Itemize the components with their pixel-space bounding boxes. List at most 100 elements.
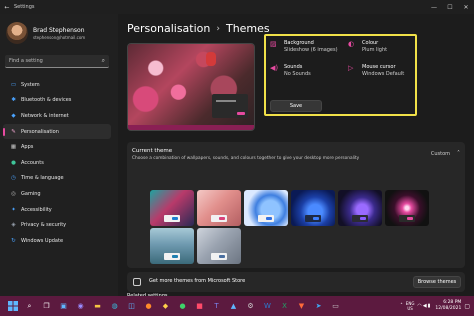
sidebar-item-accessibility[interactable]: ✦ Accessibility — [3, 202, 111, 218]
theme-tile-7[interactable] — [150, 228, 194, 264]
theme-tile-3[interactable] — [244, 190, 288, 226]
title-bar: ← Settings — ☐ ✕ — [0, 0, 474, 14]
telegram-icon[interactable]: ➤ — [312, 300, 325, 313]
theme-properties-panel: ▨ Background Slideshow (6 images) ◐ Colou… — [264, 34, 417, 116]
spotify-icon[interactable]: ● — [176, 300, 189, 313]
current-theme-value: Custom — [430, 151, 450, 157]
search-input[interactable] — [9, 58, 102, 64]
sidebar-item-bluetooth[interactable]: ✱ Bluetooth & devices — [3, 93, 111, 109]
app-icon[interactable]: ■ — [193, 300, 206, 313]
theme-tile-4[interactable] — [291, 190, 335, 226]
file-explorer-icon[interactable]: ▬ — [91, 300, 104, 313]
search-icon[interactable]: ⌕ — [23, 300, 36, 313]
window-controls: — ☐ ✕ — [426, 4, 474, 11]
avatar — [6, 22, 28, 44]
cursor-value: Windows Default — [362, 70, 405, 77]
breadcrumb-parent[interactable]: Personalisation — [127, 22, 210, 35]
settings-icon[interactable]: ⚙ — [244, 300, 257, 313]
current-theme-section: Current theme Choose a combination of wa… — [127, 142, 465, 268]
start-icon[interactable] — [6, 300, 19, 313]
window-title: Settings — [14, 4, 35, 10]
maximize-icon[interactable]: ☐ — [442, 4, 458, 11]
colour-setting[interactable]: ◐ Colour Plum light — [348, 40, 387, 53]
privacy-icon: ◈ — [11, 222, 16, 229]
sidebar-item-label: Accounts — [21, 159, 44, 166]
theme-tile-5[interactable] — [338, 190, 382, 226]
teams-icon[interactable]: T — [210, 300, 223, 313]
store-icon — [133, 278, 141, 286]
notification-icon[interactable]: ▢ — [464, 303, 470, 310]
main-content: Personalisation › Themes ▨ Background Sli… — [118, 14, 474, 299]
sidebar-item-label: Bluetooth & devices — [21, 97, 72, 104]
palette-icon: ◐ — [348, 40, 355, 48]
theme-tile-6[interactable] — [385, 190, 429, 226]
sidebar-item-time-language[interactable]: ◷ Time & language — [3, 171, 111, 187]
region-code: US — [407, 306, 413, 311]
edge-icon[interactable]: ◍ — [108, 300, 121, 313]
excel-icon[interactable]: X — [278, 300, 291, 313]
theme-tile-8[interactable] — [197, 228, 241, 264]
sidebar-nav: ▭ System ✱ Bluetooth & devices ◆ Network & … — [3, 77, 111, 249]
sidebar-item-label: Time & language — [21, 175, 64, 182]
clock[interactable]: 6:28 PM 12/08/2021 — [435, 300, 461, 312]
sounds-setting[interactable]: ◀) Sounds No Sounds — [270, 64, 311, 77]
sidebar-item-personalisation[interactable]: ✎ Personalisation — [3, 123, 111, 140]
back-arrow-icon[interactable]: ← — [0, 4, 14, 11]
theme-tile-1[interactable] — [150, 190, 194, 226]
user-profile[interactable]: Brad Stephenson stephenson@hotmail.com — [6, 22, 85, 44]
store-themes-label: Get more themes from Microsoft Store — [149, 278, 246, 284]
cursor-setting[interactable]: ▷ Mouse cursor Windows Default — [348, 64, 404, 77]
task-view-icon[interactable]: ❐ — [40, 300, 53, 313]
store-themes-row: Get more themes from Microsoft Store Bro… — [127, 272, 465, 292]
sidebar: Brad Stephenson stephenson@hotmail.com ⌕… — [0, 14, 118, 296]
update-icon: ↻ — [11, 237, 16, 244]
widgets-icon[interactable]: ▣ — [57, 300, 70, 313]
firefox-icon[interactable]: ● — [142, 300, 155, 313]
brave-icon[interactable]: ▼ — [295, 300, 308, 313]
sidebar-item-windows-update[interactable]: ↻ Windows Update — [3, 233, 111, 249]
terminal-icon[interactable]: ▭ — [329, 300, 342, 313]
background-setting[interactable]: ▨ Background Slideshow (6 images) — [270, 40, 338, 53]
sidebar-item-accounts[interactable]: ● Accounts — [3, 155, 111, 171]
network-icon: ◆ — [11, 112, 16, 119]
browse-themes-button[interactable]: Browse themes — [413, 276, 461, 288]
sidebar-item-label: System — [21, 81, 40, 88]
paint-icon[interactable]: ◆ — [159, 300, 172, 313]
sidebar-item-system[interactable]: ▭ System — [3, 77, 111, 93]
sidebar-item-label: Windows Update — [21, 237, 64, 244]
store-icon[interactable]: ◫ — [125, 300, 138, 313]
search-box[interactable]: ⌕ — [5, 55, 109, 68]
sidebar-item-apps[interactable]: ▦ Apps — [3, 139, 111, 155]
time-icon: ◷ — [11, 175, 16, 182]
minimize-icon[interactable]: — — [426, 4, 442, 11]
user-email: stephenson@hotmail.com — [33, 34, 86, 40]
personalisation-icon: ✎ — [11, 128, 16, 135]
chat-icon[interactable]: ◉ — [74, 300, 87, 313]
word-icon[interactable]: W — [261, 300, 274, 313]
language-indicator[interactable]: ENG US — [406, 301, 415, 311]
user-name: Brad Stephenson — [33, 26, 85, 34]
preview-window — [212, 94, 248, 118]
accessibility-icon: ✦ — [11, 206, 16, 213]
wifi-volume-battery-icons[interactable]: ◠◀▮ — [417, 303, 431, 309]
colour-value: Plum light — [362, 46, 388, 53]
chevron-up-icon[interactable]: ˄ — [457, 150, 460, 157]
save-button[interactable]: Save — [270, 100, 322, 112]
current-theme-subtitle: Choose a combination of wallpapers, soun… — [132, 156, 360, 161]
sidebar-item-label: Gaming — [21, 190, 41, 197]
sidebar-item-gaming[interactable]: ◎ Gaming — [3, 186, 111, 202]
close-icon[interactable]: ✕ — [458, 4, 474, 11]
breadcrumb: Personalisation › Themes — [127, 22, 270, 35]
speaker-icon: ◀) — [270, 64, 279, 72]
theme-tile-2[interactable] — [197, 190, 241, 226]
sidebar-item-label: Personalisation — [21, 128, 59, 135]
clock-date: 12/08/2021 — [435, 306, 462, 311]
chevron-up-icon[interactable]: ˄ — [400, 303, 403, 309]
search-icon[interactable]: ⌕ — [102, 57, 105, 65]
sidebar-item-privacy[interactable]: ◈ Privacy & security — [3, 217, 111, 233]
cursor-icon: ▷ — [348, 64, 354, 72]
photos-icon[interactable]: ▲ — [227, 300, 240, 313]
sidebar-item-network[interactable]: ◆ Network & internet — [3, 108, 111, 124]
background-value: Slideshow (6 images) — [284, 46, 338, 53]
taskbar-icons: ⌕ ❐ ▣ ◉ ▬ ◍ ◫ ● ◆ ● ■ T ▲ ⚙ W X ▼ ➤ ▭ — [6, 300, 346, 313]
